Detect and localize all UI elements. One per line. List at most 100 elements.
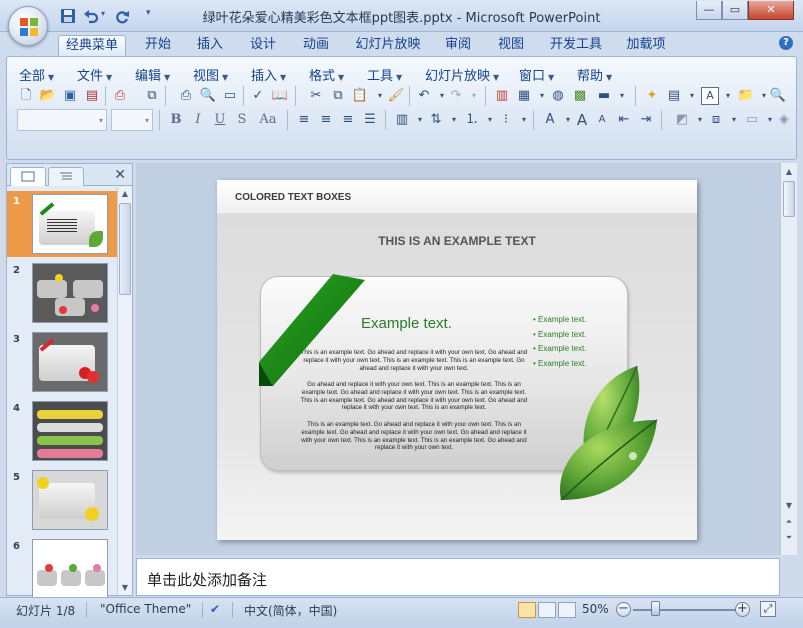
table-border-icon[interactable]: ▤ (665, 87, 683, 105)
menu-view[interactable]: 视图 ▼ (193, 65, 228, 84)
insert-picture-icon[interactable]: ▩ (571, 87, 589, 105)
print-preview-page-icon[interactable]: 🔍 (199, 87, 217, 105)
insert-chart-icon[interactable]: ▥ (493, 87, 511, 105)
copy-icon[interactable]: ⧉ (329, 87, 347, 105)
align-right-icon[interactable]: ≡ (339, 111, 357, 129)
green-ribbon-shape[interactable] (253, 270, 373, 390)
thumbnail-scrollbar[interactable]: ▲ ▼ (117, 187, 132, 595)
decrease-indent-icon[interactable]: ⇤ (615, 111, 633, 129)
zoom-in-button[interactable]: + (735, 602, 750, 617)
card-title[interactable]: Example text. (361, 315, 511, 332)
menu-file[interactable]: 文件 ▼ (77, 65, 112, 84)
bullets-dropdown-icon[interactable]: ▾ (515, 111, 533, 129)
text-box-icon[interactable]: A (701, 87, 719, 105)
office-button[interactable] (8, 6, 48, 46)
previous-slide-icon[interactable]: ⏶ (783, 515, 795, 529)
tab-home[interactable]: 开始 (138, 35, 178, 56)
maximize-button[interactable]: ▭ (722, 1, 748, 20)
print-icon[interactable]: ⎙ (177, 87, 195, 105)
help-icon[interactable]: ? (779, 36, 793, 50)
tab-slides[interactable] (10, 167, 46, 186)
slide-subtitle[interactable]: THIS IS AN EXAMPLE TEXT (217, 234, 697, 248)
layout-dropdown-icon[interactable]: ▾ (613, 87, 631, 105)
zoom-out-button[interactable]: − (616, 602, 631, 617)
scroll-down-icon[interactable]: ▼ (119, 581, 131, 595)
folder-icon[interactable]: 📁 (737, 87, 755, 105)
redo-dropdown-icon[interactable]: ▾ (465, 87, 483, 105)
text-direction-dropdown-icon[interactable]: ▾ (445, 111, 463, 129)
bullets-icon[interactable]: ⁝ (497, 111, 515, 129)
slide-thumbnail-2[interactable]: 2 (7, 260, 117, 326)
zoom-level[interactable]: 50% (582, 602, 609, 616)
fit-to-window-icon[interactable]: ⤢ (760, 601, 776, 617)
attach-icon[interactable]: ⧉ (143, 87, 161, 105)
permission-icon[interactable]: ▤ (83, 87, 101, 105)
shrink-font-icon[interactable]: A (593, 111, 611, 129)
paste-icon[interactable]: 📋 (351, 87, 369, 105)
scroll-up-icon[interactable]: ▲ (119, 187, 131, 201)
scroll-up-icon[interactable]: ▲ (783, 165, 795, 179)
menu-insert[interactable]: 插入 ▼ (251, 65, 286, 84)
slide-thumbnail-1[interactable]: 1 (7, 191, 117, 257)
current-slide[interactable]: COLORED TEXT BOXES THIS IS AN EXAMPLE TE… (217, 180, 697, 540)
font-color-icon[interactable]: A (541, 111, 559, 129)
format-painter-icon[interactable]: 🖌 (387, 87, 405, 105)
numbering-icon[interactable]: ⒈ (463, 111, 481, 129)
tab-view[interactable]: 视图 (491, 35, 531, 56)
zoom-slider-handle[interactable] (651, 601, 660, 616)
open-folder-icon[interactable]: 📂 (39, 87, 57, 105)
tab-review[interactable]: 审阅 (438, 35, 478, 56)
print-preview-icon[interactable]: ⎙ (111, 87, 129, 105)
leaves-image[interactable] (553, 360, 663, 510)
undo-icon[interactable]: ↶ (415, 87, 433, 105)
arrange-dropdown-icon[interactable]: ▾ (725, 111, 743, 129)
find-icon[interactable]: 🔍 (769, 87, 787, 105)
notes-pane[interactable]: 单击此处添加备注 (136, 558, 780, 596)
table-dropdown-icon[interactable]: ▾ (683, 87, 701, 105)
tab-classic-menu[interactable]: 经典菜单 (58, 35, 126, 56)
increase-indent-icon[interactable]: ⇥ (637, 111, 655, 129)
quick-styles-icon[interactable]: ▭ (743, 111, 761, 129)
change-case-button[interactable]: Aa (255, 111, 281, 129)
menu-edit[interactable]: 编辑 ▼ (135, 65, 170, 84)
bold-button[interactable]: B (167, 111, 185, 129)
spell-check-icon[interactable]: ✔ (210, 602, 220, 616)
tab-outline[interactable] (48, 167, 84, 186)
font-size-dropdown[interactable]: ▾ (111, 109, 153, 131)
tab-addins[interactable]: 加载项 (620, 35, 672, 56)
tab-animations[interactable]: 动画 (296, 35, 336, 56)
minimize-button[interactable]: — (696, 1, 722, 20)
page-setup-icon[interactable]: ▭ (221, 87, 239, 105)
slide-thumbnail-5[interactable]: 5 (7, 467, 117, 533)
tab-developer[interactable]: 开发工具 (544, 35, 608, 56)
zoom-slider-track[interactable] (633, 609, 737, 611)
language-indicator[interactable]: 中文(简体，中国) (244, 602, 337, 619)
menu-all[interactable]: 全部 ▼ (19, 65, 54, 84)
italic-button[interactable]: I (189, 111, 207, 129)
cut-icon[interactable]: ✂ (307, 87, 325, 105)
new-slide-icon[interactable]: ✦ (643, 87, 661, 105)
menu-tools[interactable]: 工具 ▼ (367, 65, 402, 84)
arrange-icon[interactable]: ⧈ (707, 111, 725, 129)
spelling-icon[interactable]: ✓ (249, 87, 267, 105)
normal-view-button[interactable] (518, 602, 536, 618)
grow-font-icon[interactable]: A (573, 111, 591, 129)
redo-icon[interactable]: ↷ (447, 87, 465, 105)
slide-sorter-view-button[interactable] (538, 602, 556, 618)
shape-fill-icon[interactable]: ◈ (775, 111, 793, 129)
shapes-icon[interactable]: ◩ (673, 111, 691, 129)
text-box-dropdown-icon[interactable]: ▾ (719, 87, 737, 105)
research-icon[interactable]: 📖 (271, 87, 289, 105)
next-slide-icon[interactable]: ⏷ (783, 531, 795, 545)
insert-table-icon[interactable]: ▦ (515, 87, 533, 105)
underline-button[interactable]: U (211, 111, 229, 129)
text-direction-icon[interactable]: ⇅ (427, 111, 445, 129)
editor-scrollbar[interactable]: ▲ ▼ ⏶ ⏷ (780, 163, 797, 555)
menu-help[interactable]: 帮助 ▼ (577, 65, 612, 84)
scrollbar-thumb[interactable] (119, 203, 131, 295)
font-name-dropdown[interactable]: ▾ (17, 109, 107, 131)
slide-thumbnail-4[interactable]: 4 (7, 398, 117, 464)
save-icon[interactable]: ▣ (61, 87, 79, 105)
scroll-down-icon[interactable]: ▼ (783, 499, 795, 513)
columns-icon[interactable]: ▥ (393, 111, 411, 129)
